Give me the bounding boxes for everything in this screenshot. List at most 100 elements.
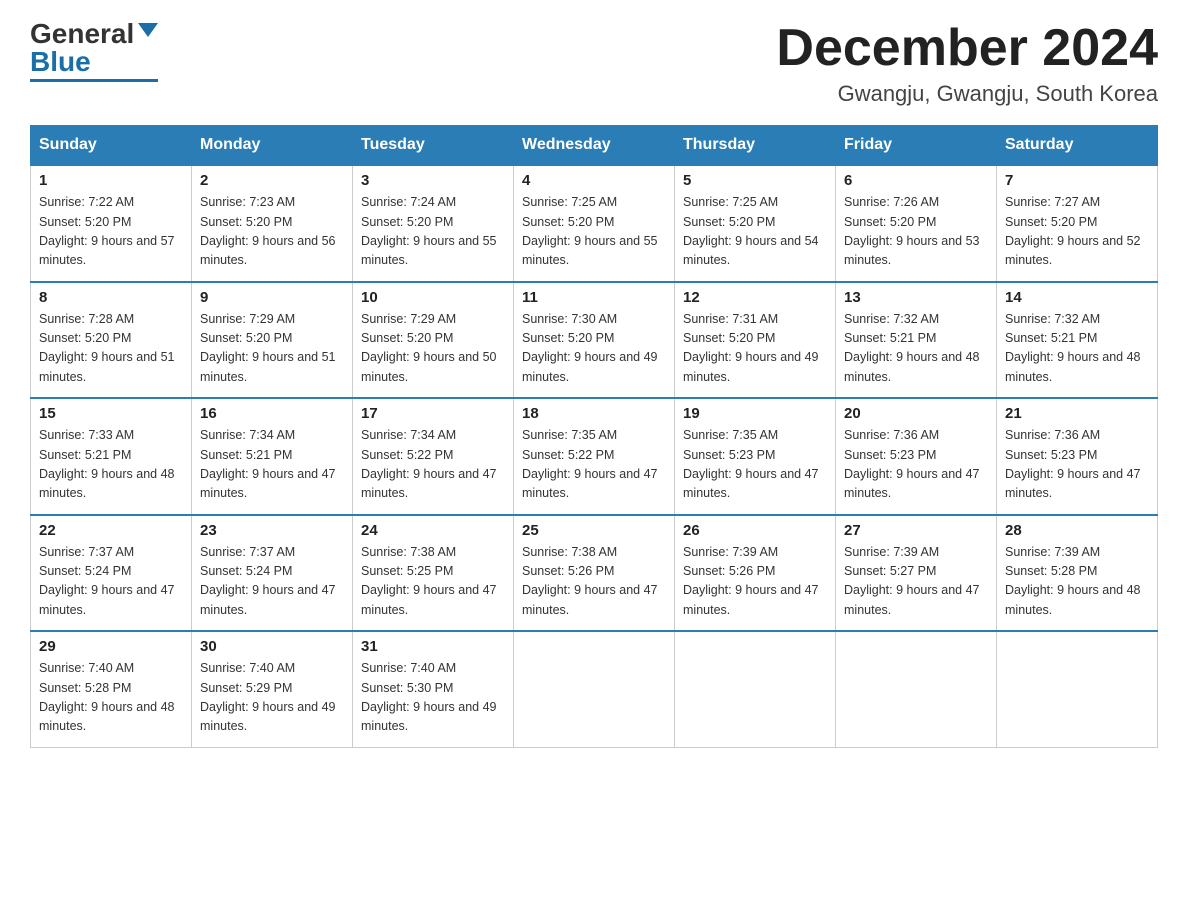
calendar-cell: 25 Sunrise: 7:38 AM Sunset: 5:26 PM Dayl… — [514, 515, 675, 632]
day-info: Sunrise: 7:40 AM Sunset: 5:29 PM Dayligh… — [200, 659, 344, 737]
day-info: Sunrise: 7:35 AM Sunset: 5:23 PM Dayligh… — [683, 426, 827, 504]
calendar-cell: 22 Sunrise: 7:37 AM Sunset: 5:24 PM Dayl… — [31, 515, 192, 632]
calendar-cell: 14 Sunrise: 7:32 AM Sunset: 5:21 PM Dayl… — [997, 282, 1158, 399]
day-number: 30 — [200, 638, 344, 655]
day-number: 9 — [200, 289, 344, 306]
location-subtitle: Gwangju, Gwangju, South Korea — [776, 81, 1158, 107]
day-info: Sunrise: 7:33 AM Sunset: 5:21 PM Dayligh… — [39, 426, 183, 504]
page-header: General Blue December 2024 Gwangju, Gwan… — [30, 20, 1158, 107]
logo-blue-text: Blue — [30, 48, 91, 76]
day-number: 14 — [1005, 289, 1149, 306]
day-number: 27 — [844, 522, 988, 539]
logo-general-text: General — [30, 20, 134, 48]
day-number: 13 — [844, 289, 988, 306]
day-number: 21 — [1005, 405, 1149, 422]
header-friday: Friday — [836, 126, 997, 166]
calendar-cell: 28 Sunrise: 7:39 AM Sunset: 5:28 PM Dayl… — [997, 515, 1158, 632]
day-number: 16 — [200, 405, 344, 422]
day-number: 1 — [39, 172, 183, 189]
calendar-cell: 5 Sunrise: 7:25 AM Sunset: 5:20 PM Dayli… — [675, 165, 836, 282]
day-number: 11 — [522, 289, 666, 306]
logo: General Blue — [30, 20, 158, 82]
day-info: Sunrise: 7:35 AM Sunset: 5:22 PM Dayligh… — [522, 426, 666, 504]
day-number: 12 — [683, 289, 827, 306]
day-number: 29 — [39, 638, 183, 655]
day-info: Sunrise: 7:37 AM Sunset: 5:24 PM Dayligh… — [39, 543, 183, 621]
day-info: Sunrise: 7:34 AM Sunset: 5:22 PM Dayligh… — [361, 426, 505, 504]
day-info: Sunrise: 7:36 AM Sunset: 5:23 PM Dayligh… — [1005, 426, 1149, 504]
day-info: Sunrise: 7:25 AM Sunset: 5:20 PM Dayligh… — [683, 193, 827, 271]
day-number: 17 — [361, 405, 505, 422]
day-number: 10 — [361, 289, 505, 306]
day-number: 18 — [522, 405, 666, 422]
calendar-header-row: SundayMondayTuesdayWednesdayThursdayFrid… — [31, 126, 1158, 166]
day-number: 19 — [683, 405, 827, 422]
header-wednesday: Wednesday — [514, 126, 675, 166]
calendar-cell: 16 Sunrise: 7:34 AM Sunset: 5:21 PM Dayl… — [192, 398, 353, 515]
day-number: 5 — [683, 172, 827, 189]
day-info: Sunrise: 7:32 AM Sunset: 5:21 PM Dayligh… — [844, 310, 988, 388]
header-thursday: Thursday — [675, 126, 836, 166]
calendar-cell: 12 Sunrise: 7:31 AM Sunset: 5:20 PM Dayl… — [675, 282, 836, 399]
calendar-cell: 11 Sunrise: 7:30 AM Sunset: 5:20 PM Dayl… — [514, 282, 675, 399]
day-info: Sunrise: 7:39 AM Sunset: 5:27 PM Dayligh… — [844, 543, 988, 621]
day-number: 22 — [39, 522, 183, 539]
day-info: Sunrise: 7:30 AM Sunset: 5:20 PM Dayligh… — [522, 310, 666, 388]
calendar-cell: 15 Sunrise: 7:33 AM Sunset: 5:21 PM Dayl… — [31, 398, 192, 515]
day-info: Sunrise: 7:40 AM Sunset: 5:30 PM Dayligh… — [361, 659, 505, 737]
day-info: Sunrise: 7:38 AM Sunset: 5:26 PM Dayligh… — [522, 543, 666, 621]
day-number: 15 — [39, 405, 183, 422]
calendar-cell — [514, 631, 675, 747]
calendar-cell: 31 Sunrise: 7:40 AM Sunset: 5:30 PM Dayl… — [353, 631, 514, 747]
calendar-cell: 29 Sunrise: 7:40 AM Sunset: 5:28 PM Dayl… — [31, 631, 192, 747]
day-info: Sunrise: 7:34 AM Sunset: 5:21 PM Dayligh… — [200, 426, 344, 504]
calendar-cell: 20 Sunrise: 7:36 AM Sunset: 5:23 PM Dayl… — [836, 398, 997, 515]
calendar-cell — [997, 631, 1158, 747]
calendar-cell: 26 Sunrise: 7:39 AM Sunset: 5:26 PM Dayl… — [675, 515, 836, 632]
day-info: Sunrise: 7:26 AM Sunset: 5:20 PM Dayligh… — [844, 193, 988, 271]
title-section: December 2024 Gwangju, Gwangju, South Ko… — [776, 20, 1158, 107]
day-number: 23 — [200, 522, 344, 539]
calendar-cell: 4 Sunrise: 7:25 AM Sunset: 5:20 PM Dayli… — [514, 165, 675, 282]
day-number: 24 — [361, 522, 505, 539]
day-info: Sunrise: 7:22 AM Sunset: 5:20 PM Dayligh… — [39, 193, 183, 271]
calendar-cell: 1 Sunrise: 7:22 AM Sunset: 5:20 PM Dayli… — [31, 165, 192, 282]
day-info: Sunrise: 7:28 AM Sunset: 5:20 PM Dayligh… — [39, 310, 183, 388]
calendar-cell: 3 Sunrise: 7:24 AM Sunset: 5:20 PM Dayli… — [353, 165, 514, 282]
day-info: Sunrise: 7:27 AM Sunset: 5:20 PM Dayligh… — [1005, 193, 1149, 271]
day-number: 8 — [39, 289, 183, 306]
day-number: 25 — [522, 522, 666, 539]
header-monday: Monday — [192, 126, 353, 166]
calendar-table: SundayMondayTuesdayWednesdayThursdayFrid… — [30, 125, 1158, 748]
day-number: 31 — [361, 638, 505, 655]
calendar-cell: 19 Sunrise: 7:35 AM Sunset: 5:23 PM Dayl… — [675, 398, 836, 515]
day-number: 3 — [361, 172, 505, 189]
calendar-cell: 8 Sunrise: 7:28 AM Sunset: 5:20 PM Dayli… — [31, 282, 192, 399]
calendar-week-row: 8 Sunrise: 7:28 AM Sunset: 5:20 PM Dayli… — [31, 282, 1158, 399]
calendar-week-row: 22 Sunrise: 7:37 AM Sunset: 5:24 PM Dayl… — [31, 515, 1158, 632]
day-info: Sunrise: 7:38 AM Sunset: 5:25 PM Dayligh… — [361, 543, 505, 621]
calendar-week-row: 15 Sunrise: 7:33 AM Sunset: 5:21 PM Dayl… — [31, 398, 1158, 515]
calendar-cell: 7 Sunrise: 7:27 AM Sunset: 5:20 PM Dayli… — [997, 165, 1158, 282]
calendar-cell: 23 Sunrise: 7:37 AM Sunset: 5:24 PM Dayl… — [192, 515, 353, 632]
day-info: Sunrise: 7:29 AM Sunset: 5:20 PM Dayligh… — [361, 310, 505, 388]
day-number: 6 — [844, 172, 988, 189]
calendar-week-row: 1 Sunrise: 7:22 AM Sunset: 5:20 PM Dayli… — [31, 165, 1158, 282]
calendar-cell: 10 Sunrise: 7:29 AM Sunset: 5:20 PM Dayl… — [353, 282, 514, 399]
day-info: Sunrise: 7:25 AM Sunset: 5:20 PM Dayligh… — [522, 193, 666, 271]
logo-triangle-icon — [138, 23, 158, 37]
day-info: Sunrise: 7:32 AM Sunset: 5:21 PM Dayligh… — [1005, 310, 1149, 388]
day-info: Sunrise: 7:39 AM Sunset: 5:26 PM Dayligh… — [683, 543, 827, 621]
calendar-cell: 30 Sunrise: 7:40 AM Sunset: 5:29 PM Dayl… — [192, 631, 353, 747]
calendar-cell: 2 Sunrise: 7:23 AM Sunset: 5:20 PM Dayli… — [192, 165, 353, 282]
day-number: 7 — [1005, 172, 1149, 189]
header-sunday: Sunday — [31, 126, 192, 166]
day-number: 26 — [683, 522, 827, 539]
calendar-week-row: 29 Sunrise: 7:40 AM Sunset: 5:28 PM Dayl… — [31, 631, 1158, 747]
calendar-cell: 13 Sunrise: 7:32 AM Sunset: 5:21 PM Dayl… — [836, 282, 997, 399]
day-info: Sunrise: 7:29 AM Sunset: 5:20 PM Dayligh… — [200, 310, 344, 388]
calendar-cell: 17 Sunrise: 7:34 AM Sunset: 5:22 PM Dayl… — [353, 398, 514, 515]
day-number: 2 — [200, 172, 344, 189]
day-info: Sunrise: 7:40 AM Sunset: 5:28 PM Dayligh… — [39, 659, 183, 737]
calendar-cell — [836, 631, 997, 747]
